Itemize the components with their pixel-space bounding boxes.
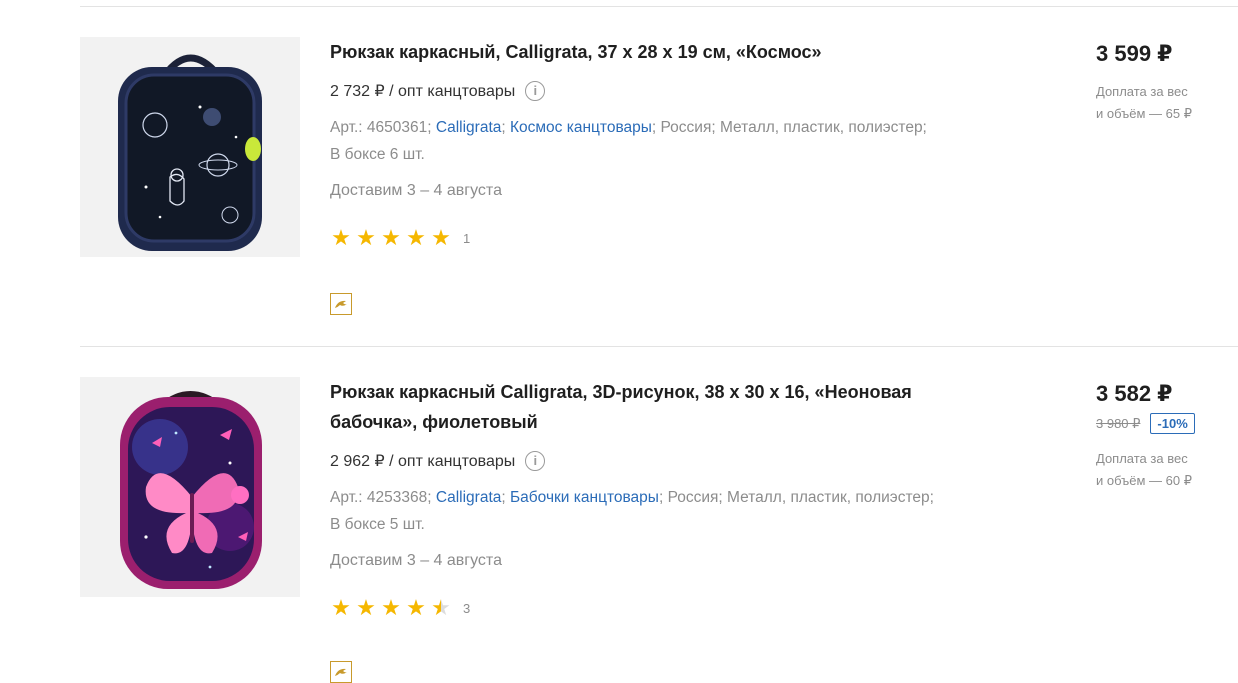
rating-stars[interactable]: ★ ★ ★ ★ ★ 3 xyxy=(330,597,470,619)
review-count[interactable]: 3 xyxy=(463,601,470,616)
dolphin-icon[interactable] xyxy=(330,661,352,683)
wholesale-price-text: 2 732 ₽ / опт канцтовары xyxy=(330,83,516,100)
discount-badge: -10% xyxy=(1150,413,1195,434)
article-number: Арт.: 4650361; xyxy=(330,119,432,136)
product-divider xyxy=(80,346,1238,347)
product-price: 3 582 ₽ xyxy=(1096,381,1173,406)
product-image[interactable] xyxy=(80,37,300,257)
weight-surcharge: Доплата за вес и объём — 65 ₽ xyxy=(1096,81,1226,125)
star-icon: ★ xyxy=(406,595,426,620)
article-number: Арт.: 4253368; xyxy=(330,489,432,506)
backpack-butterfly-image xyxy=(80,377,300,597)
product-attributes: ; Россия; Металл, пластик, полиэстер; xyxy=(658,489,934,506)
surcharge-line-2: и объём — 60 ₽ xyxy=(1096,473,1192,488)
collection-link[interactable]: Космос канцтовары xyxy=(510,119,652,136)
star-icon: ★ xyxy=(381,595,401,620)
review-count[interactable]: 1 xyxy=(463,231,470,246)
meta-separator: ; xyxy=(501,489,506,506)
surcharge-line-2: и объём — 65 ₽ xyxy=(1096,106,1192,121)
star-icon: ★ xyxy=(406,225,426,250)
half-star-icon: ★ xyxy=(431,595,451,620)
star-icon: ★ xyxy=(356,595,376,620)
info-icon[interactable]: i xyxy=(525,81,546,101)
product-meta: Арт.: 4650361; Calligrata; Космос канцто… xyxy=(330,114,990,168)
product-title[interactable]: Рюкзак каркасный, Calligrata, 37 х 28 х … xyxy=(330,37,950,67)
product-meta: Арт.: 4253368; Calligrata; Бабочки канцт… xyxy=(330,484,990,538)
meta-separator: ; xyxy=(501,119,506,136)
box-quantity: В боксе 5 шт. xyxy=(330,516,425,533)
brand-link[interactable]: Calligrata xyxy=(436,489,501,506)
delivery-date: Доставим 3 – 4 августа xyxy=(330,182,502,199)
product-attributes: ; Россия; Металл, пластик, полиэстер; xyxy=(651,119,927,136)
star-icon: ★ xyxy=(331,225,351,250)
star-icon: ★ xyxy=(331,595,351,620)
star-icon: ★ xyxy=(431,225,451,250)
wholesale-price: 2 962 ₽ / опт канцтовары i xyxy=(330,450,546,472)
info-icon[interactable]: i xyxy=(525,451,546,471)
top-divider xyxy=(80,6,1238,7)
surcharge-line-1: Доплата за вес xyxy=(1096,84,1188,99)
product-title[interactable]: Рюкзак каркасный Calligrata, 3D-рисунок,… xyxy=(330,377,930,437)
wholesale-price-text: 2 962 ₽ / опт канцтовары xyxy=(330,453,516,470)
weight-surcharge: Доплата за вес и объём — 60 ₽ xyxy=(1096,448,1226,492)
brand-link[interactable]: Calligrata xyxy=(436,119,501,136)
dolphin-icon[interactable] xyxy=(330,293,352,315)
old-price-row: 3 980 ₽ -10% xyxy=(1096,413,1195,434)
star-icon: ★ xyxy=(356,225,376,250)
star-icon: ★ xyxy=(381,225,401,250)
rating-stars[interactable]: ★ ★ ★ ★ ★ 1 xyxy=(330,227,470,249)
surcharge-line-1: Доплата за вес xyxy=(1096,451,1188,466)
collection-link[interactable]: Бабочки канцтовары xyxy=(510,489,659,506)
delivery-date: Доставим 3 – 4 августа xyxy=(330,552,502,569)
backpack-space-image xyxy=(80,37,300,257)
old-price: 3 980 ₽ xyxy=(1096,415,1141,431)
product-price: 3 599 ₽ xyxy=(1096,41,1173,66)
box-quantity: В боксе 6 шт. xyxy=(330,146,425,163)
wholesale-price: 2 732 ₽ / опт канцтовары i xyxy=(330,80,546,102)
product-image[interactable] xyxy=(80,377,300,597)
